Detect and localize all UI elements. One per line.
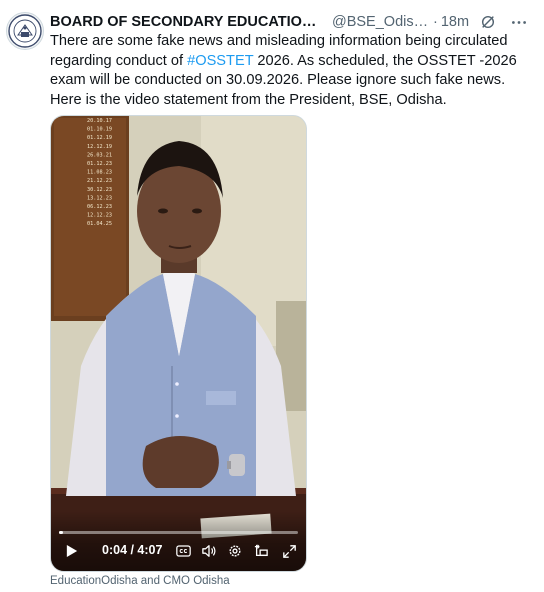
separator-dot: · <box>433 14 438 30</box>
grok-icon[interactable] <box>479 13 497 31</box>
progress-fill <box>59 531 63 534</box>
author-avatar[interactable] <box>6 12 44 50</box>
more-icon[interactable] <box>509 13 529 31</box>
settings-icon[interactable] <box>225 541 245 561</box>
fullscreen-icon[interactable] <box>279 541 299 561</box>
board-line: 12.12.19 <box>87 144 112 150</box>
board-line: 11.08.23 <box>87 170 112 176</box>
board-line: 26.03.21 <box>87 152 112 158</box>
video-frame: 20.10.17 01.10.19 01.12.19 12.12.19 26.03.21… <box>51 116 306 571</box>
board-line: 01.10.19 <box>87 127 112 133</box>
hashtag-link[interactable]: #OSSTET <box>187 53 253 69</box>
video-controls: 0:04 / 4:07 <box>51 511 306 571</box>
board-line: 01.04.25 <box>87 221 112 227</box>
video-timecode: 0:04 / 4:07 <box>102 543 163 557</box>
volume-icon[interactable] <box>199 541 219 561</box>
tweet-card[interactable]: BOARD OF SECONDARY EDUCATION, O... @BSE_… <box>0 0 544 592</box>
board-line: 30.12.23 <box>87 187 112 193</box>
tagged-users[interactable]: EducationOdisha and CMO Odisha <box>50 575 230 587</box>
captions-icon[interactable] <box>173 541 193 561</box>
board-line: 01.12.23 <box>87 161 112 167</box>
board-line: 21.12.23 <box>87 178 112 184</box>
bse-seal-icon <box>8 14 42 48</box>
tweet-text: There are some fake news and misleading … <box>50 32 520 110</box>
picture-in-picture-icon[interactable] <box>251 541 271 561</box>
board-line: 13.12.23 <box>87 195 112 201</box>
board-line: 12.12.23 <box>87 213 112 219</box>
play-icon[interactable] <box>63 542 81 560</box>
board-line: 20.10.17 <box>87 118 112 124</box>
tweet-time[interactable]: 18m <box>441 14 469 30</box>
progress-bar[interactable] <box>59 531 298 534</box>
author-handle[interactable]: @BSE_Odisha1... <box>332 14 430 30</box>
board-line: 06.12.23 <box>87 204 112 210</box>
video-player[interactable]: 20.10.17 01.10.19 01.12.19 12.12.19 26.03.21… <box>50 115 307 572</box>
author-name[interactable]: BOARD OF SECONDARY EDUCATION, O... <box>50 14 322 30</box>
controls-row: 0:04 / 4:07 <box>51 540 306 562</box>
board-line: 01.12.19 <box>87 135 112 141</box>
tweet-header: BOARD OF SECONDARY EDUCATION, O... @BSE_… <box>50 12 536 32</box>
